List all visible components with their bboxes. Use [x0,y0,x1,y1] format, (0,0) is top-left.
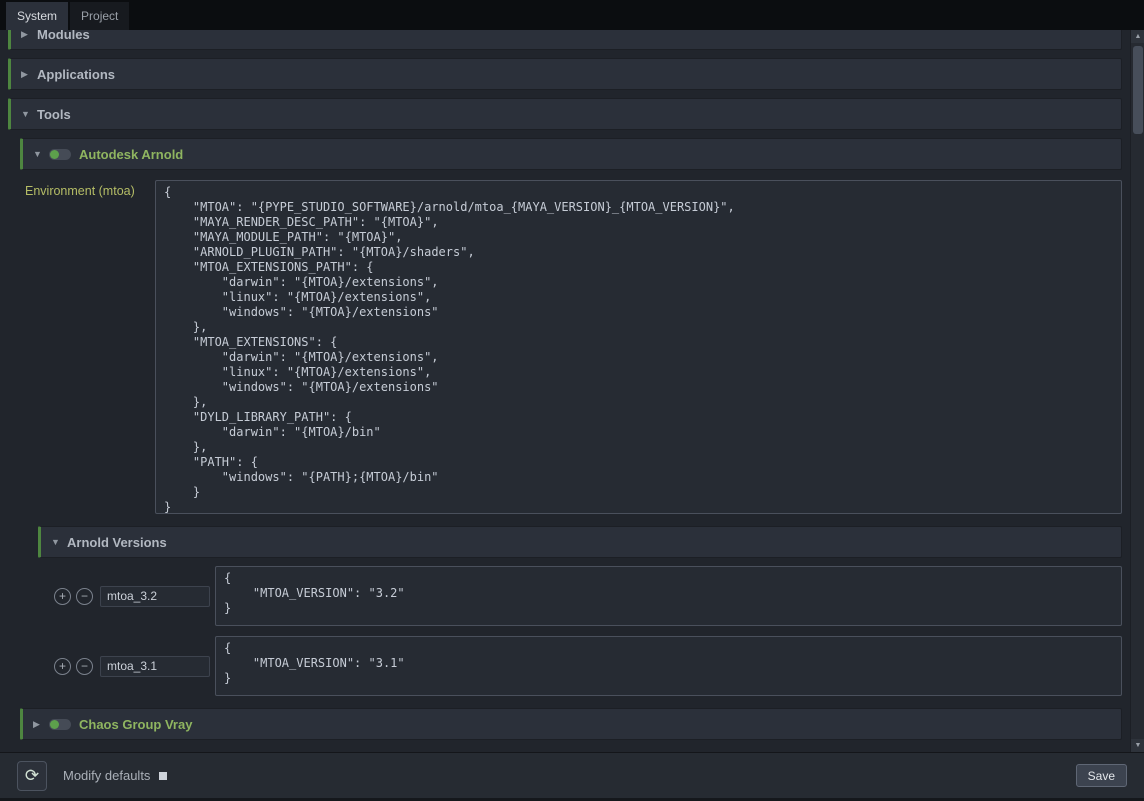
subsection-header-arnold-versions[interactable]: ▼ Arnold Versions [38,526,1122,558]
chevron-down-icon: ▼ [51,537,67,547]
add-version-button[interactable]: + [54,658,71,675]
chevron-right-icon: ▶ [33,719,49,730]
refresh-button[interactable]: ⟳ [17,761,47,791]
section-header-applications[interactable]: ▶ Applications [8,58,1122,90]
remove-version-button[interactable]: − [76,588,93,605]
version-row: + − { "MTOA_VERSION": "3.1" } [54,636,1122,696]
section-title-modules: Modules [37,30,90,42]
arnold-versions-body: + − { "MTOA_VERSION": "3.2" } + − { "MTO… [38,566,1122,696]
scroll-down-button[interactable]: ▼ [1131,739,1144,752]
section-header-modules[interactable]: ▶ Modules [8,30,1122,50]
top-tab-bar: System Project [0,0,1144,30]
environment-mtoa-label: Environment (mtoa) [20,180,155,198]
add-version-button[interactable]: + [54,588,71,605]
tab-system[interactable]: System [6,2,68,30]
section-title-applications: Applications [37,67,115,82]
modify-defaults-label: Modify defaults [63,768,150,783]
refresh-icon: ⟳ [25,766,39,785]
version-json-textarea[interactable]: { "MTOA_VERSION": "3.1" } [215,636,1122,696]
settings-scroll-area: ▶ Modules ▶ Applications ▼ Tools ▼ Autod… [0,30,1144,752]
environment-mtoa-textarea[interactable]: { "MTOA": "{PYPE_STUDIO_SOFTWARE}/arnold… [155,180,1122,514]
settings-content: ▶ Modules ▶ Applications ▼ Tools ▼ Autod… [0,30,1130,752]
tab-project[interactable]: Project [70,2,129,30]
arnold-versions-title: Arnold Versions [67,535,167,550]
arnold-enabled-toggle[interactable] [49,149,71,160]
subsection-header-vray[interactable]: ▶ Chaos Group Vray [20,708,1122,740]
modify-defaults-checkbox[interactable] [159,772,167,780]
version-name-input[interactable] [100,656,210,677]
save-button[interactable]: Save [1076,764,1127,787]
subsection-header-arnold[interactable]: ▼ Autodesk Arnold [20,138,1122,170]
vray-enabled-toggle[interactable] [49,719,71,730]
remove-version-button[interactable]: − [76,658,93,675]
version-name-input[interactable] [100,586,210,607]
chevron-right-icon: ▶ [21,69,37,80]
section-title-tools: Tools [37,107,71,122]
chevron-right-icon: ▶ [21,30,37,40]
tools-section-body: ▼ Autodesk Arnold Environment (mtoa) { "… [8,138,1122,740]
chevron-down-icon: ▼ [33,149,49,159]
arnold-title: Autodesk Arnold [79,147,183,162]
vray-title: Chaos Group Vray [79,717,192,732]
scroll-up-button[interactable]: ▲ [1131,30,1144,43]
version-row: + − { "MTOA_VERSION": "3.2" } [54,566,1122,626]
footer-bar: ⟳ Modify defaults Save [0,752,1144,798]
section-header-tools[interactable]: ▼ Tools [8,98,1122,130]
version-json-textarea[interactable]: { "MTOA_VERSION": "3.2" } [215,566,1122,626]
vertical-scrollbar[interactable]: ▲ ▼ [1130,30,1144,752]
chevron-down-icon: ▼ [21,109,37,119]
settings-window: System Project ▶ Modules ▶ Applications … [0,0,1144,801]
arnold-environment-row: Environment (mtoa) { "MTOA": "{PYPE_STUD… [20,180,1122,514]
scrollbar-thumb[interactable] [1133,46,1143,134]
